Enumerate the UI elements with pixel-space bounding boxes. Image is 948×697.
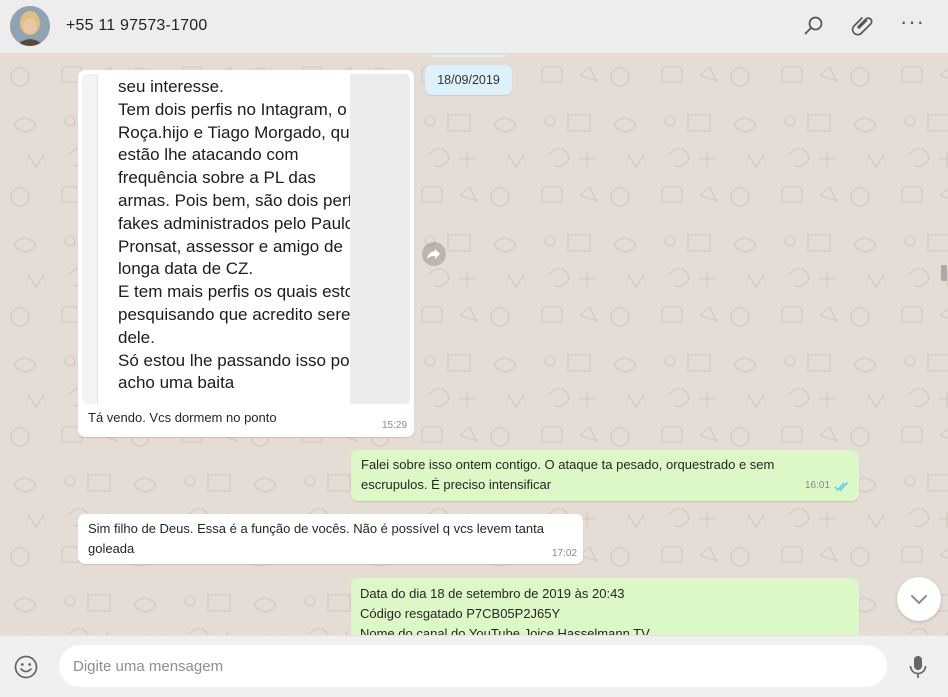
forward-icon[interactable] bbox=[422, 242, 446, 266]
scrollbar-thumb[interactable] bbox=[941, 265, 947, 281]
message-input[interactable] bbox=[59, 645, 887, 687]
emoji-icon[interactable] bbox=[13, 654, 39, 680]
mic-icon[interactable] bbox=[906, 654, 930, 680]
double-check-icon bbox=[834, 482, 849, 492]
scroll-down-button[interactable] bbox=[897, 577, 941, 621]
composer-bar bbox=[0, 635, 948, 697]
attach-icon[interactable] bbox=[850, 14, 874, 38]
message-text: Sim filho de Deus. Essa é a função de vo… bbox=[88, 521, 544, 556]
incoming-image-message[interactable]: seu interesse. Tem dois perfis no Intagr… bbox=[78, 70, 414, 437]
incoming-message[interactable]: Sim filho de Deus. Essa é a função de vo… bbox=[78, 514, 583, 564]
chat-header: +55 11 97573-1700 ··· bbox=[0, 0, 948, 54]
outgoing-message[interactable]: Falei sobre isso ontem contigo. O ataque… bbox=[351, 450, 859, 501]
image-caption: Tá vendo. Vcs dormem no ponto bbox=[88, 410, 277, 425]
message-image[interactable]: seu interesse. Tem dois perfis no Intagr… bbox=[82, 74, 410, 404]
message-line: Código resgatado P7CB05P2J65Y bbox=[360, 606, 561, 621]
message-line: Data do dia 18 de setembro de 2019 às 20… bbox=[360, 586, 625, 601]
contact-avatar[interactable] bbox=[10, 6, 50, 46]
image-right-edge bbox=[350, 74, 410, 404]
chevron-down-icon bbox=[911, 595, 927, 604]
image-text: seu interesse. Tem dois perfis no Intagr… bbox=[118, 77, 365, 393]
message-text: Falei sobre isso ontem contigo. O ataque… bbox=[361, 457, 775, 492]
outgoing-message[interactable]: Data do dia 18 de setembro de 2019 às 20… bbox=[351, 578, 859, 635]
search-icon[interactable] bbox=[802, 14, 826, 38]
image-paper: seu interesse. Tem dois perfis no Intagr… bbox=[98, 74, 365, 404]
message-time: 16:01 bbox=[805, 480, 831, 491]
message-time: 15:29 bbox=[382, 420, 408, 431]
date-divider: 18/09/2019 bbox=[425, 65, 512, 95]
message-list[interactable]: 18/09/2019 seu interesse. Tem dois perfi… bbox=[0, 55, 948, 635]
image-left-edge bbox=[82, 74, 98, 404]
menu-icon[interactable]: ··· bbox=[900, 11, 926, 36]
message-line: Nome do canal do YouTube Joice Hasselman… bbox=[360, 626, 650, 635]
previous-bubble-edge bbox=[428, 55, 510, 57]
contact-name[interactable]: +55 11 97573-1700 bbox=[66, 17, 207, 35]
message-time: 17:02 bbox=[552, 548, 578, 559]
